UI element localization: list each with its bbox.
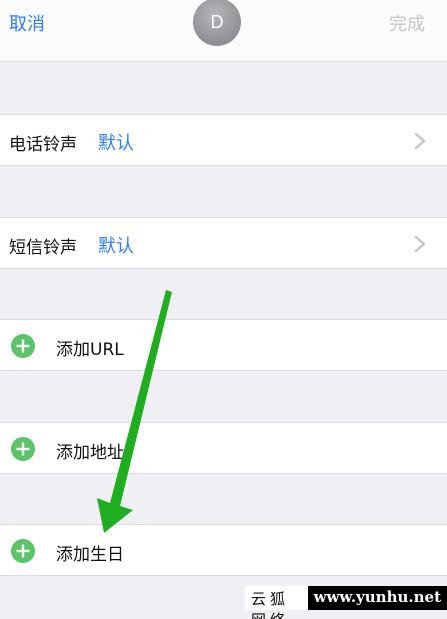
add-birthday-row[interactable]: 添加生日	[0, 524, 447, 576]
watermark-site-name: 云狐网络	[245, 586, 308, 619]
add-circle-icon[interactable]	[11, 334, 35, 358]
chevron-right-icon	[414, 133, 426, 149]
watermark-site-url: www.yunhu.net	[307, 586, 447, 610]
add-address-row[interactable]: 添加地址	[0, 422, 447, 474]
done-button[interactable]: 完成	[389, 10, 425, 36]
add-url-label: 添加URL	[56, 340, 124, 360]
add-circle-icon[interactable]	[11, 539, 35, 563]
add-birthday-label: 添加生日	[56, 545, 124, 565]
navigation-bar: 取消 D 完成	[0, 0, 447, 62]
add-address-label: 添加地址	[56, 443, 124, 463]
sms-ringtone-label: 短信铃声	[9, 238, 77, 258]
add-circle-icon[interactable]	[11, 437, 35, 461]
sms-ringtone-value: 默认	[98, 236, 134, 257]
add-url-row[interactable]: 添加URL	[0, 319, 447, 371]
avatar[interactable]: D	[193, 0, 241, 46]
chevron-right-icon	[414, 236, 426, 252]
sms-ringtone-row[interactable]: 短信铃声 默认	[0, 217, 447, 269]
site-watermark: 云狐网络 www.yunhu.net	[245, 586, 447, 619]
phone-ringtone-row[interactable]: 电话铃声 默认	[0, 114, 447, 166]
phone-ringtone-value: 默认	[98, 133, 134, 154]
avatar-initial: D	[210, 11, 224, 32]
phone-ringtone-label: 电话铃声	[9, 135, 77, 155]
cancel-button[interactable]: 取消	[9, 10, 45, 36]
